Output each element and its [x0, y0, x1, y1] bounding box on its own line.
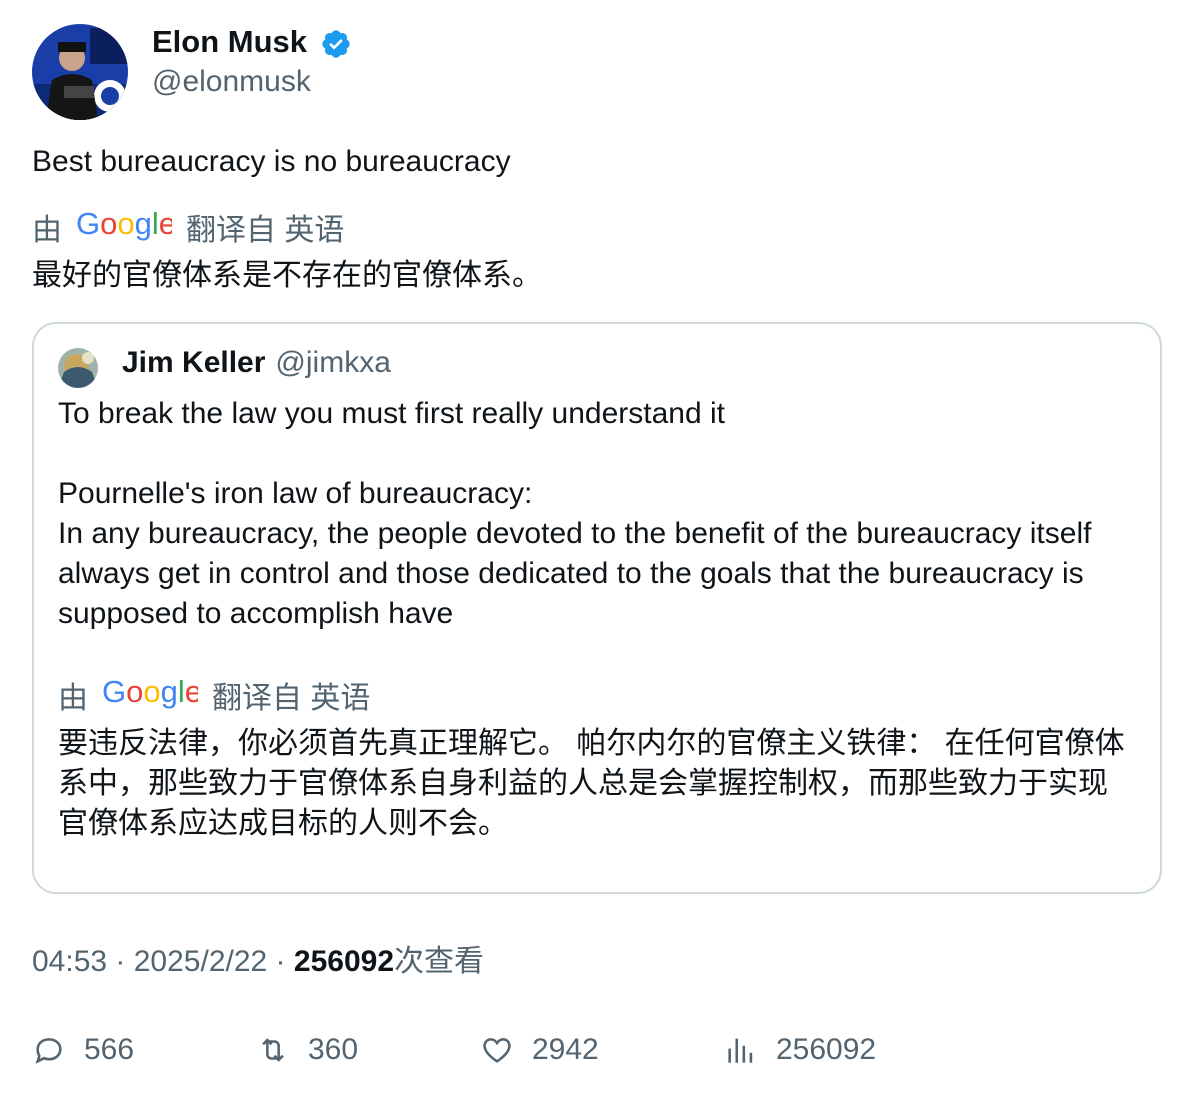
- quote-translation-suffix: 翻译自 英语: [212, 681, 371, 715]
- tweet-translation-text: 最好的官僚体系是不存在的官僚体系。: [32, 259, 542, 292]
- like-count: 2942: [532, 1033, 599, 1066]
- translation-attribution[interactable]: 由 Google 翻译自 英语: [32, 206, 345, 253]
- views-button[interactable]: 256092: [724, 1030, 876, 1070]
- tweet-date[interactable]: 2025/2/22: [134, 945, 267, 978]
- quote-author-handle[interactable]: @jimkxa: [275, 346, 390, 379]
- google-logo: Google: [102, 674, 202, 721]
- reply-icon: [35, 1038, 62, 1064]
- quote-text-line2: Pournelle's iron law of bureaucracy:: [58, 477, 533, 510]
- repost-button[interactable]: 360: [256, 1030, 358, 1070]
- meta-separator: ·: [267, 945, 294, 978]
- google-logo: Google: [76, 206, 176, 253]
- translation-prefix: 由: [32, 213, 62, 247]
- views-count: 256092: [293, 945, 394, 978]
- quote-author-name[interactable]: Jim Keller: [122, 346, 265, 379]
- tweet-text: Best bureaucracy is no bureaucracy: [32, 145, 511, 178]
- author-avatar[interactable]: [32, 24, 128, 120]
- tweet-meta: 04:53 · 2025/2/22 · 256092次查看: [32, 942, 484, 982]
- svg-text:Google: Google: [102, 676, 198, 709]
- translation-suffix: 翻译自 英语: [186, 213, 345, 247]
- repost-icon: [262, 1038, 284, 1062]
- author-name[interactable]: Elon Musk: [152, 22, 307, 62]
- quote-translation-prefix: 由: [58, 681, 88, 715]
- quote-translation-text: 要违反法律，你必须首先真正理解它。 帕尔内尔的官僚主义铁律： 在任何官僚体系中，…: [58, 727, 1125, 840]
- quote-author[interactable]: Jim Keller @jimkxa: [122, 343, 391, 383]
- meta-separator: ·: [107, 945, 134, 978]
- views-label: 次查看: [394, 945, 484, 978]
- repost-count: 360: [308, 1033, 359, 1066]
- tweet-time[interactable]: 04:53: [32, 945, 107, 978]
- views-action-count: 256092: [776, 1033, 877, 1066]
- quote-text-line1: To break the law you must first really u…: [58, 397, 725, 430]
- svg-text:Google: Google: [76, 208, 172, 241]
- verified-badge-icon: [322, 30, 350, 58]
- quote-author-avatar[interactable]: [58, 348, 98, 388]
- quote-translation-attribution[interactable]: 由 Google 翻译自 英语: [58, 674, 371, 721]
- like-button[interactable]: 2942: [480, 1030, 599, 1070]
- reply-button[interactable]: 566: [32, 1030, 134, 1070]
- author-handle[interactable]: @elonmusk: [152, 62, 311, 102]
- views-chart-icon: [728, 1038, 753, 1063]
- reply-count: 566: [84, 1033, 135, 1066]
- quote-text-line3: In any bureaucracy, the people devoted t…: [58, 517, 1092, 630]
- heart-icon: [483, 1038, 511, 1063]
